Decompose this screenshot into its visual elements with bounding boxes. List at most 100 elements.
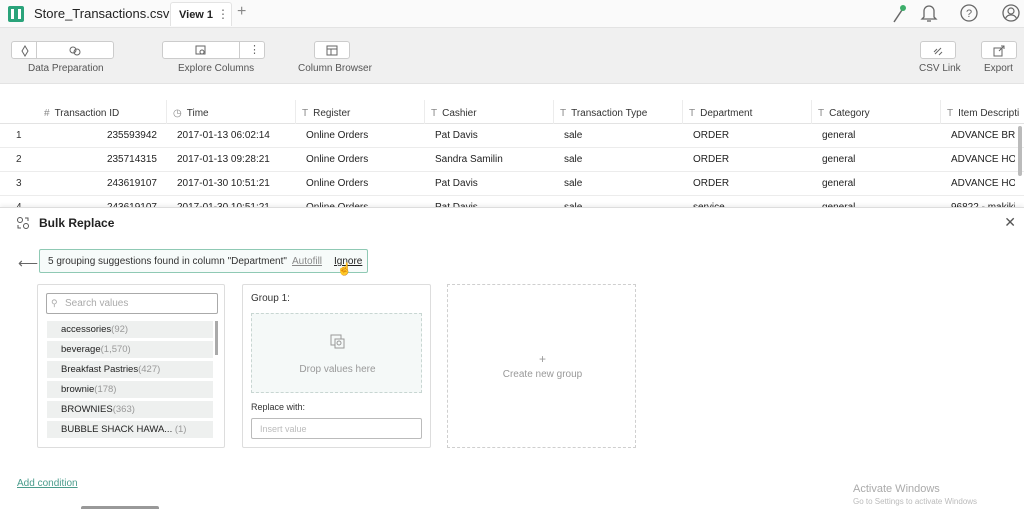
column-header-register[interactable]: T Register	[296, 100, 425, 124]
column-header-department[interactable]: T Department	[683, 100, 812, 124]
data-grid: # Transaction ID ◷ Time T Register T Cashier…	[0, 100, 1024, 207]
cell-transaction-type[interactable]: sale	[558, 148, 683, 172]
add-tab-button[interactable]: +	[237, 3, 246, 21]
text-type-icon: T	[560, 108, 567, 119]
cell-time[interactable]: 2017-01-30 10:51:21	[171, 196, 296, 207]
cell-time[interactable]: 2017-01-13 06:02:14	[171, 124, 296, 148]
explore-columns-button[interactable]: ⋮	[162, 41, 265, 59]
cell-department[interactable]: ORDER	[687, 124, 812, 148]
column-header-item-description[interactable]: T Item Descripti	[941, 100, 1024, 124]
cell-transaction-id[interactable]: 243619107	[38, 196, 167, 207]
cell-cashier[interactable]: Pat Davis	[429, 196, 554, 207]
cell-transaction-type[interactable]: sale	[558, 124, 683, 148]
column-label: Category	[829, 108, 870, 119]
cell-register[interactable]: Online Orders	[300, 124, 425, 148]
toolbar: Data Preparation ⋮ Explore Columns Colum…	[0, 28, 1024, 84]
microphone-icon[interactable]	[890, 2, 912, 24]
column-browser-button[interactable]	[314, 41, 350, 59]
value-name: BUBBLE SHACK HAWA...	[61, 424, 173, 435]
csv-link-button[interactable]	[920, 41, 956, 59]
list-item[interactable]: accessories(92)	[47, 321, 213, 338]
list-item[interactable]: brownie(178)	[47, 381, 213, 398]
cell-item-description[interactable]: ADVANCE BRO	[945, 124, 1015, 148]
explore-icon	[195, 45, 206, 55]
more-options-icon[interactable]: ⋮	[249, 43, 260, 56]
cell-cashier[interactable]: Sandra Samilin	[429, 148, 554, 172]
tab-view-1[interactable]: View 1 ⋮	[170, 2, 232, 26]
drop-values-zone[interactable]: Drop values here	[251, 313, 422, 393]
cell-transaction-id[interactable]: 235714315	[38, 148, 167, 172]
cell-time[interactable]: 2017-01-13 09:28:21	[171, 148, 296, 172]
cell-register[interactable]: Online Orders	[300, 148, 425, 172]
replace-placeholder: Insert value	[260, 424, 307, 434]
back-arrow-icon[interactable]: ⟵	[18, 255, 38, 272]
bell-icon[interactable]	[919, 2, 941, 24]
watermark-subtitle: Go to Settings to activate Windows	[853, 497, 978, 506]
cell-category[interactable]: general	[816, 172, 941, 196]
cell-item-description[interactable]: ADVANCE HO	[945, 148, 1015, 172]
table-row[interactable]: 3 243619107 2017-01-30 10:51:21 Online O…	[0, 172, 1024, 196]
text-type-icon: T	[947, 108, 954, 119]
create-new-group-button[interactable]: + Create new group	[447, 284, 636, 448]
cell-cashier[interactable]: Pat Davis	[429, 124, 554, 148]
cell-department[interactable]: ORDER	[687, 172, 812, 196]
text-type-icon: T	[431, 108, 438, 119]
list-item[interactable]: Breakfast Pastries(427)	[47, 361, 213, 378]
value-count: (178)	[94, 384, 117, 395]
cell-register[interactable]: Online Orders	[300, 196, 425, 207]
text-type-icon: T	[302, 108, 309, 119]
cell-cashier[interactable]: Pat Davis	[429, 172, 554, 196]
column-header-transaction-type[interactable]: T Transaction Type	[554, 100, 683, 124]
cell-category[interactable]: general	[816, 148, 941, 172]
cell-item-description[interactable]: 96822 - makiki	[945, 196, 1015, 207]
explore-columns-label: Explore Columns	[178, 63, 255, 74]
table-row[interactable]: 1 235593942 2017-01-13 06:02:14 Online O…	[0, 124, 1024, 148]
list-scrollbar[interactable]	[215, 321, 218, 355]
replace-with-input[interactable]: Insert value	[251, 418, 422, 439]
cell-transaction-type[interactable]: sale	[558, 196, 683, 207]
cell-category[interactable]: general	[816, 196, 941, 207]
table-row[interactable]: 2 235714315 2017-01-13 09:28:21 Online O…	[0, 148, 1024, 172]
help-icon[interactable]: ?	[958, 2, 980, 24]
value-name: accessories	[61, 324, 112, 335]
diamond-icon	[21, 45, 29, 57]
export-label: Export	[984, 63, 1013, 74]
cell-department[interactable]: ORDER	[687, 148, 812, 172]
column-header-transaction-id[interactable]: # Transaction ID	[38, 100, 167, 124]
watermark-title: Activate Windows	[853, 483, 940, 495]
top-bar: Store_Transactions.csv View 1 ⋮ + ?	[0, 0, 1024, 28]
cell-category[interactable]: general	[816, 124, 941, 148]
cell-transaction-id[interactable]: 243619107	[38, 172, 167, 196]
add-condition-link[interactable]: Add condition	[17, 478, 78, 489]
tab-menu-icon[interactable]: ⋮	[217, 7, 229, 21]
column-header-cashier[interactable]: T Cashier	[425, 100, 554, 124]
bulk-replace-panel: Bulk Replace ✕ ⟵ 5 grouping suggestions …	[0, 207, 1024, 509]
close-icon[interactable]: ✕	[1004, 214, 1016, 231]
cell-register[interactable]: Online Orders	[300, 172, 425, 196]
export-button[interactable]	[981, 41, 1017, 59]
row-number: 2	[16, 154, 22, 165]
data-preparation-label: Data Preparation	[28, 63, 104, 74]
group-title: Group 1:	[251, 293, 290, 304]
panel-title: Bulk Replace	[39, 216, 115, 230]
suggestion-banner: 5 grouping suggestions found in column "…	[39, 249, 368, 276]
list-item[interactable]: beverage(1,570)	[47, 341, 213, 358]
cell-department[interactable]: service	[687, 196, 812, 207]
list-item[interactable]: BUBBLE SHACK HAWA... (1)	[47, 421, 213, 438]
user-account-icon[interactable]	[1000, 2, 1022, 24]
column-header-time[interactable]: ◷ Time	[167, 100, 296, 124]
list-item[interactable]: BROWNIES(363)	[47, 401, 213, 418]
cell-transaction-id[interactable]: 235593942	[38, 124, 167, 148]
cell-item-description[interactable]: ADVANCE HO	[945, 172, 1015, 196]
bulk-replace-icon	[17, 217, 29, 229]
cell-time[interactable]: 2017-01-30 10:51:21	[171, 172, 296, 196]
column-header-category[interactable]: T Category	[812, 100, 941, 124]
cell-transaction-type[interactable]: sale	[558, 172, 683, 196]
data-preparation-button[interactable]	[11, 41, 114, 59]
search-values-input[interactable]: ⚲ Search values	[46, 293, 218, 314]
vertical-scrollbar[interactable]	[1018, 126, 1022, 176]
autofill-link[interactable]: Autofill	[292, 256, 322, 267]
table-row[interactable]: 4 243619107 2017-01-30 10:51:21 Online O…	[0, 196, 1024, 207]
row-number: 3	[16, 178, 22, 189]
row-number: 1	[16, 130, 22, 141]
